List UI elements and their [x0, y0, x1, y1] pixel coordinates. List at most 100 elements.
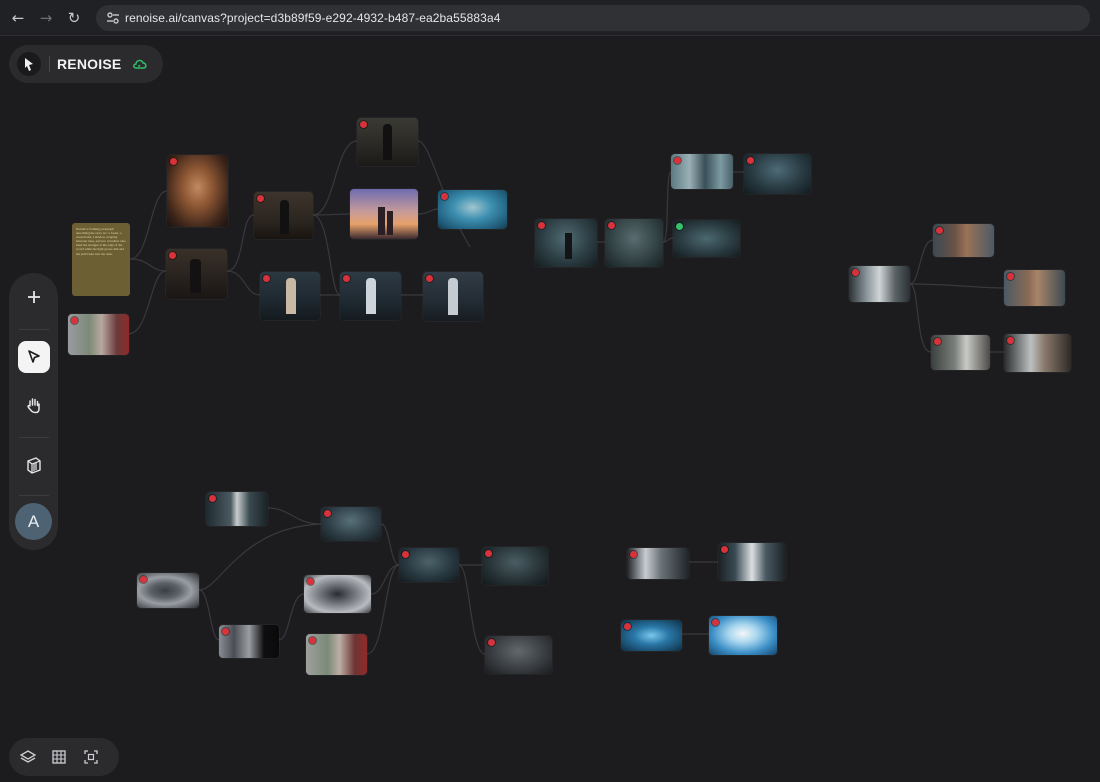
- pointer-icon: [28, 350, 40, 363]
- image-node[interactable]: [744, 154, 811, 194]
- image-node[interactable]: [206, 492, 268, 526]
- status-dot: [257, 195, 264, 202]
- status-dot: [852, 269, 859, 276]
- back-icon[interactable]: ←: [8, 8, 28, 28]
- image-node[interactable]: [260, 272, 320, 320]
- figure-silhouette: [383, 124, 392, 160]
- status-dot: [71, 317, 78, 324]
- status-dot: [324, 510, 331, 517]
- image-node[interactable]: [68, 314, 129, 355]
- image-node[interactable]: [535, 219, 597, 267]
- user-avatar[interactable]: A: [15, 503, 52, 540]
- image-node[interactable]: [673, 220, 740, 257]
- image-node[interactable]: [321, 507, 381, 541]
- image-node[interactable]: [438, 190, 507, 229]
- image-node[interactable]: [357, 118, 418, 166]
- brand-pill: RENOISE: [9, 45, 163, 83]
- project-canvas[interactable]: RENOISE A Narrative framing paragraph de…: [0, 37, 1100, 782]
- image-node[interactable]: [167, 155, 228, 227]
- status-dot: [721, 546, 728, 553]
- image-node[interactable]: [137, 573, 199, 608]
- toolbar-divider: [19, 329, 49, 330]
- status-dot: [674, 157, 681, 164]
- image-node[interactable]: [671, 154, 733, 189]
- image-node[interactable]: [219, 625, 279, 658]
- assets-button[interactable]: [18, 449, 50, 481]
- site-settings-icon[interactable]: [105, 10, 121, 26]
- select-tool-button[interactable]: [18, 341, 50, 373]
- logo-icon: [25, 58, 33, 71]
- figure-silhouette: [190, 259, 201, 293]
- status-dot: [309, 637, 316, 644]
- status-dot: [170, 158, 177, 165]
- image-node[interactable]: [627, 548, 689, 579]
- cloud-sync-icon[interactable]: [131, 55, 149, 73]
- image-node[interactable]: [849, 266, 910, 302]
- url-text[interactable]: renoise.ai/canvas?project=d3b89f59-e292-…: [125, 11, 501, 25]
- image-node[interactable]: [709, 616, 777, 655]
- figure-silhouette: [286, 278, 296, 314]
- status-dot: [747, 157, 754, 164]
- status-dot: [402, 551, 409, 558]
- image-node[interactable]: [931, 335, 990, 370]
- status-dot: [441, 193, 448, 200]
- figure-silhouette: [565, 233, 572, 259]
- assets-icon: [27, 457, 41, 474]
- figure-silhouette: [387, 211, 393, 235]
- brand-divider: [49, 56, 50, 72]
- status-dot: [485, 550, 492, 557]
- fit-view-icon[interactable]: [82, 748, 100, 766]
- image-node[interactable]: [933, 224, 994, 257]
- image-node[interactable]: [1004, 334, 1071, 372]
- status-dot: [488, 639, 495, 646]
- image-node[interactable]: [166, 249, 227, 299]
- status-dot: [630, 551, 637, 558]
- text-note-node[interactable]: Narrative framing paragraph describing t…: [72, 223, 130, 296]
- status-dot: [426, 275, 433, 282]
- status-dot-complete: [676, 223, 683, 230]
- figure-silhouette: [280, 200, 289, 234]
- image-node[interactable]: [605, 219, 663, 267]
- add-node-button[interactable]: [18, 281, 50, 313]
- toolbar-divider: [19, 437, 49, 438]
- status-dot: [307, 578, 314, 585]
- toolbar-divider: [19, 495, 49, 496]
- image-node[interactable]: [718, 543, 786, 581]
- renoise-logo[interactable]: [17, 52, 41, 76]
- reload-icon[interactable]: ↻: [64, 8, 84, 28]
- figure-silhouette: [366, 278, 376, 314]
- image-node[interactable]: [350, 189, 418, 239]
- image-node[interactable]: [423, 272, 483, 321]
- status-dot: [538, 222, 545, 229]
- hand-icon: [27, 398, 40, 414]
- status-dot: [222, 628, 229, 635]
- image-node[interactable]: [485, 636, 552, 674]
- image-node[interactable]: [306, 634, 367, 675]
- image-node[interactable]: [482, 547, 548, 585]
- status-dot: [343, 275, 350, 282]
- image-node[interactable]: [621, 620, 682, 651]
- status-dot: [169, 252, 176, 259]
- image-node[interactable]: [304, 575, 371, 613]
- address-bar[interactable]: renoise.ai/canvas?project=d3b89f59-e292-…: [96, 5, 1090, 31]
- add-icon: [28, 291, 40, 303]
- image-node[interactable]: [340, 272, 401, 320]
- layers-icon[interactable]: [19, 748, 37, 766]
- bottom-toolbar: [9, 738, 119, 776]
- figure-silhouette: [378, 207, 385, 235]
- image-node[interactable]: [399, 548, 459, 582]
- pan-tool-button[interactable]: [18, 389, 50, 421]
- status-dot: [608, 222, 615, 229]
- left-toolbar: A: [9, 273, 58, 550]
- grid-icon[interactable]: [50, 748, 68, 766]
- status-dot: [263, 275, 270, 282]
- status-dot: [1007, 273, 1014, 280]
- image-node[interactable]: [254, 192, 313, 239]
- forward-icon[interactable]: →: [36, 8, 56, 28]
- status-dot: [140, 576, 147, 583]
- status-dot: [936, 227, 943, 234]
- status-dot: [712, 619, 719, 626]
- status-dot: [1007, 337, 1014, 344]
- status-dot: [934, 338, 941, 345]
- image-node[interactable]: [1004, 270, 1065, 306]
